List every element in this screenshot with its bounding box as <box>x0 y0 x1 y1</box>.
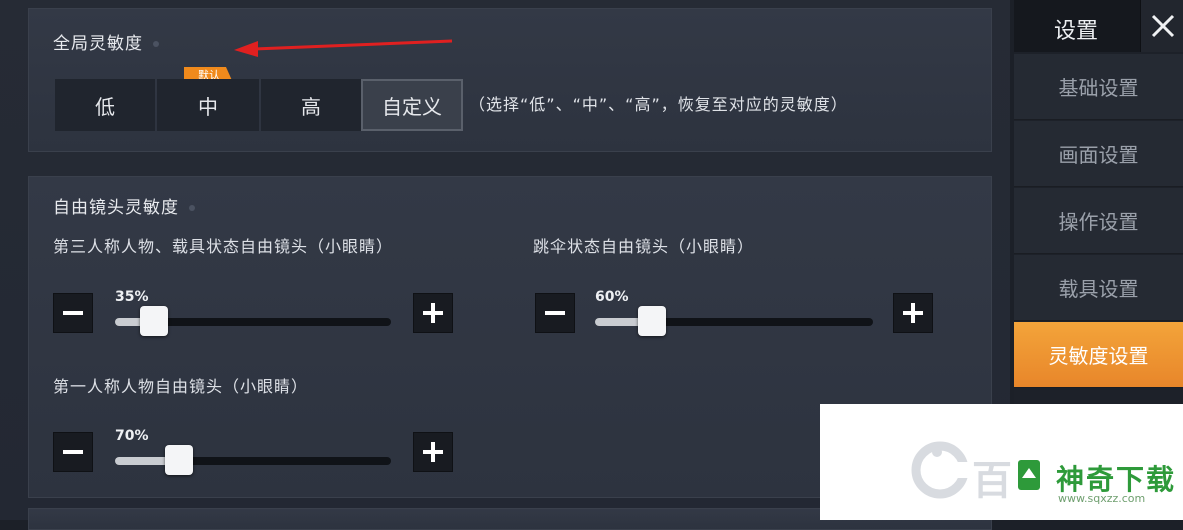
minus-icon <box>63 311 83 315</box>
option-custom[interactable]: 自定义 <box>361 79 463 131</box>
close-icon <box>1151 14 1174 38</box>
decrease-button-first-person[interactable] <box>53 432 93 472</box>
info-dot-icon <box>153 41 159 47</box>
watermark-url: www.sqxzz.com <box>1058 492 1146 505</box>
option-medium[interactable]: 中 <box>157 79 259 131</box>
plus-icon <box>903 303 923 323</box>
decrease-button-third-person[interactable] <box>53 293 93 333</box>
sidebar-item-vehicle[interactable]: 载具设置 <box>1014 255 1183 321</box>
slider-label-parachute: 跳伞状态自由镜头（小眼睛） <box>533 237 755 256</box>
minus-icon <box>63 450 83 454</box>
slider-value-third-person: 35% <box>115 289 149 305</box>
global-sensitivity-title-text: 全局灵敏度 <box>53 34 143 54</box>
slider-value-parachute: 60% <box>595 289 629 305</box>
slider-label-third-person: 第三人称人物、载具状态自由镜头（小眼睛） <box>53 237 394 256</box>
slider-track-third-person[interactable] <box>115 306 391 336</box>
increase-button-first-person[interactable] <box>413 432 453 472</box>
slider-track-first-person[interactable] <box>115 445 391 475</box>
sidebar-item-graphics[interactable]: 画面设置 <box>1014 121 1183 187</box>
plus-icon <box>423 303 443 323</box>
option-high[interactable]: 高 <box>261 79 361 131</box>
slider-thumb-first-person[interactable] <box>164 445 193 475</box>
slider-thumb-parachute[interactable] <box>637 306 666 336</box>
sidebar-header: 设置 <box>1014 0 1183 52</box>
slider-track-parachute[interactable] <box>595 306 873 336</box>
free-camera-title-text: 自由镜头灵敏度 <box>53 198 179 218</box>
global-sensitivity-title: 全局灵敏度 <box>53 29 159 54</box>
svg-text:百: 百 <box>972 458 1012 502</box>
increase-button-parachute[interactable] <box>893 293 933 333</box>
watermark-logo-icon: 百 <box>911 441 1040 502</box>
watermark: 百 神奇下载 www.sqxzz.com <box>820 404 1183 520</box>
preset-hint: （选择“低”、“中”、“高”，恢复至对应的灵敏度） <box>469 95 848 114</box>
close-button[interactable] <box>1140 0 1183 52</box>
minus-icon <box>545 311 565 315</box>
global-sensitivity-panel: 全局灵敏度 默认 低 中 高 自定义 （选择“低”、“中”、“高”，恢复至对应的… <box>28 8 992 152</box>
increase-button-third-person[interactable] <box>413 293 453 333</box>
sidebar-item-controls[interactable]: 操作设置 <box>1014 188 1183 254</box>
slider-value-first-person: 70% <box>115 428 149 444</box>
free-camera-title: 自由镜头灵敏度 <box>53 193 195 218</box>
slider-label-first-person: 第一人称人物自由镜头（小眼睛） <box>53 377 309 396</box>
red-arrow-icon <box>234 39 453 57</box>
slider-thumb-third-person[interactable] <box>139 306 168 336</box>
option-low[interactable]: 低 <box>55 79 155 131</box>
decrease-button-parachute[interactable] <box>535 293 575 333</box>
sidebar-item-sensitivity[interactable]: 灵敏度设置 <box>1014 322 1183 388</box>
sidebar-item-basic[interactable]: 基础设置 <box>1014 54 1183 120</box>
sidebar-title: 设置 <box>1054 19 1099 44</box>
plus-icon <box>423 442 443 462</box>
info-dot-icon <box>189 205 195 211</box>
